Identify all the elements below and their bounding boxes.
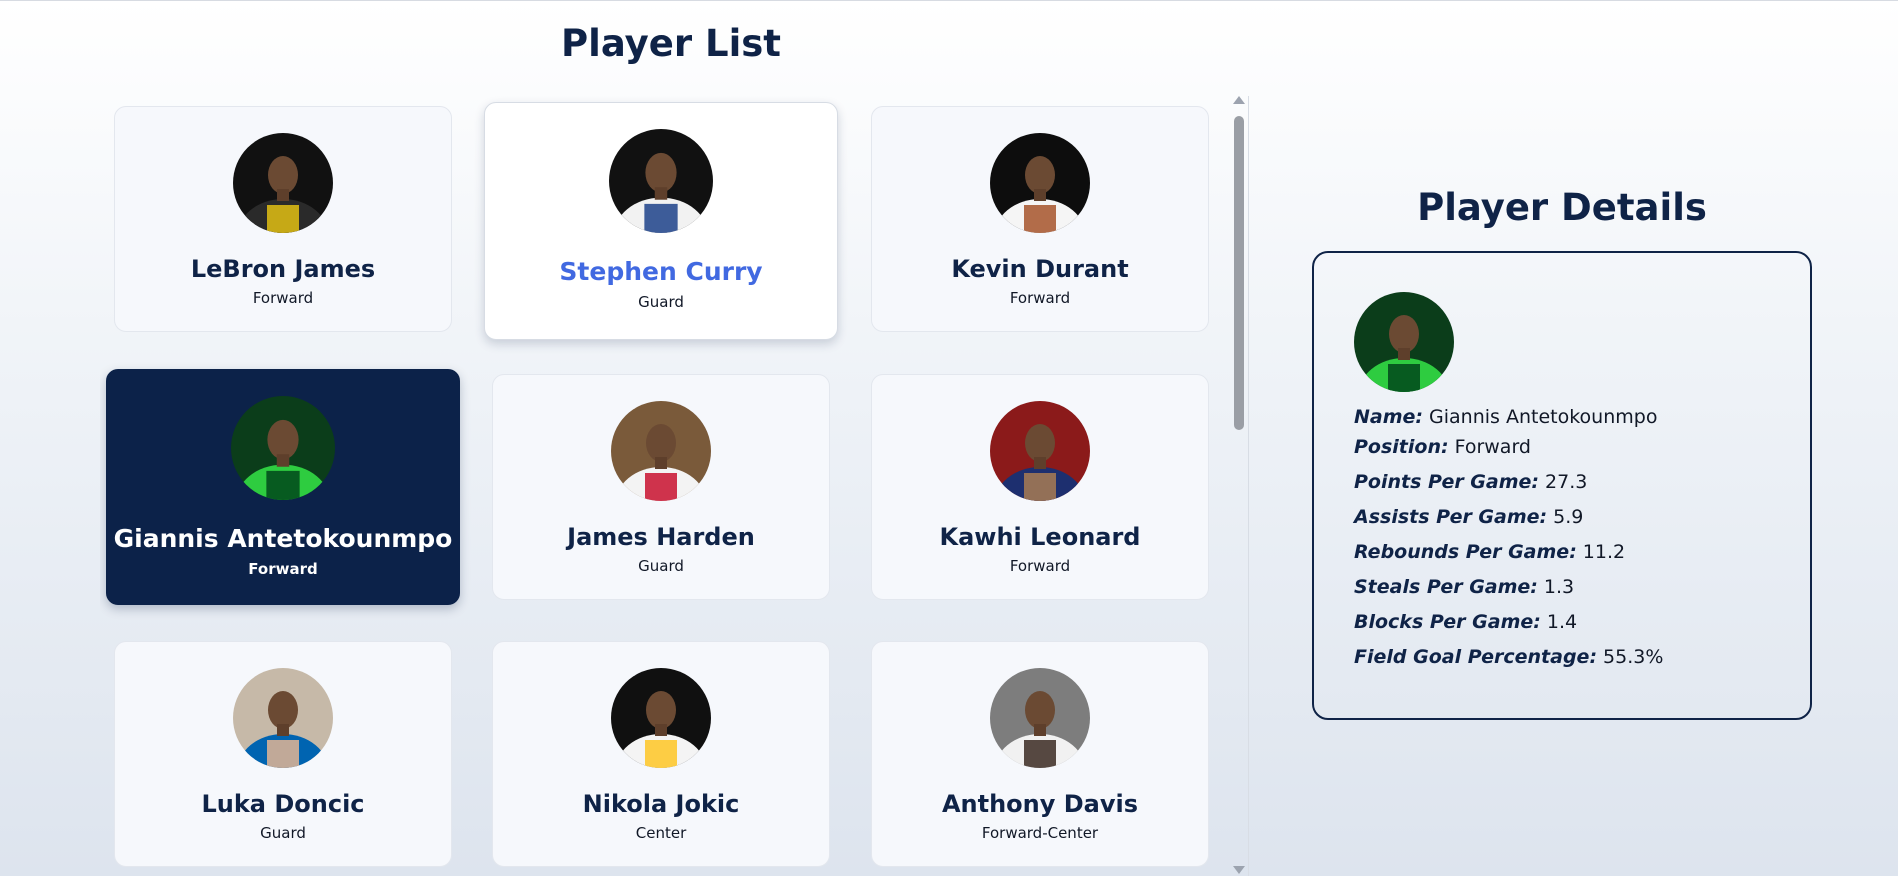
player-name: LeBron James	[190, 255, 376, 283]
player-avatar	[990, 401, 1090, 501]
player-card[interactable]: LeBron James Forward	[114, 106, 452, 332]
player-avatar	[233, 133, 333, 233]
details-value: 55.3%	[1603, 646, 1664, 668]
details-row-fg-percentage: Field Goal Percentage: 55.3%	[1354, 646, 1663, 668]
details-label: Assists Per Game:	[1354, 506, 1548, 528]
scroll-down-arrow-icon[interactable]	[1233, 866, 1245, 874]
player-position: Forward	[1009, 289, 1071, 307]
player-position: Center	[635, 824, 687, 842]
details-label: Blocks Per Game:	[1354, 611, 1541, 633]
player-card[interactable]: Luka Doncic Guard	[114, 641, 452, 867]
details-row-steals: Steals Per Game: 1.3	[1354, 576, 1574, 598]
player-avatar	[990, 668, 1090, 768]
player-portrait-icon	[990, 668, 1090, 768]
player-position: Forward	[252, 289, 314, 307]
player-card-selected[interactable]: Giannis Antetokounmpo Forward	[106, 369, 460, 605]
player-portrait-icon	[611, 668, 711, 768]
details-value: 1.3	[1543, 576, 1575, 598]
player-card[interactable]: Anthony Davis Forward-Center	[871, 641, 1209, 867]
player-position: Guard	[638, 557, 684, 575]
player-card[interactable]: Stephen Curry Guard	[484, 102, 838, 340]
details-row-position: Position: Forward	[1354, 436, 1531, 458]
details-value: Giannis Antetokounmpo	[1429, 406, 1658, 428]
window-top-border	[0, 0, 1898, 1]
player-name: Luka Doncic	[201, 790, 365, 818]
player-name: Nikola Jokic	[582, 790, 740, 818]
player-portrait-icon	[1354, 292, 1454, 392]
scroll-up-arrow-icon[interactable]	[1233, 96, 1245, 104]
player-portrait-icon	[990, 401, 1090, 501]
player-card[interactable]: Nikola Jokic Center	[492, 641, 830, 867]
player-avatar	[231, 396, 335, 500]
player-portrait-icon	[231, 396, 335, 500]
player-position: Forward-Center	[981, 824, 1099, 842]
details-label: Points Per Game:	[1354, 471, 1540, 493]
list-scrollbar[interactable]	[1230, 96, 1248, 876]
details-label: Position:	[1354, 436, 1449, 458]
details-row-rebounds: Rebounds Per Game: 11.2	[1354, 541, 1625, 563]
details-value: 27.3	[1545, 471, 1588, 493]
player-position: Guard	[638, 293, 684, 311]
panel-divider	[1248, 96, 1249, 876]
player-name: Anthony Davis	[941, 790, 1139, 818]
player-name: Stephen Curry	[559, 257, 763, 286]
player-list-title: Player List	[561, 22, 781, 65]
details-value: 1.4	[1546, 611, 1578, 633]
player-position: Forward	[1009, 557, 1071, 575]
player-card[interactable]: James Harden Guard	[492, 374, 830, 600]
player-position: Guard	[260, 824, 306, 842]
player-portrait-icon	[609, 129, 713, 233]
player-name: Giannis Antetokounmpo	[113, 524, 453, 553]
player-card[interactable]: Kevin Durant Forward	[871, 106, 1209, 332]
details-label: Field Goal Percentage:	[1354, 646, 1598, 668]
details-value: 5.9	[1553, 506, 1584, 528]
details-row-assists: Assists Per Game: 5.9	[1354, 506, 1583, 528]
player-name: James Harden	[567, 523, 755, 551]
player-avatar	[990, 133, 1090, 233]
details-label: Name:	[1354, 406, 1424, 428]
player-avatar	[233, 668, 333, 768]
details-label: Steals Per Game:	[1354, 576, 1538, 598]
details-row-blocks: Blocks Per Game: 1.4	[1354, 611, 1577, 633]
player-portrait-icon	[233, 668, 333, 768]
player-avatar	[609, 129, 713, 233]
player-portrait-icon	[990, 133, 1090, 233]
player-position: Forward	[248, 560, 318, 578]
player-avatar	[611, 668, 711, 768]
details-label: Rebounds Per Game:	[1354, 541, 1577, 563]
player-portrait-icon	[233, 133, 333, 233]
player-name: Kevin Durant	[951, 255, 1129, 283]
details-value: 11.2	[1582, 541, 1626, 563]
player-details-title: Player Details	[1417, 186, 1707, 229]
details-row-name: Name: Giannis Antetokounmpo	[1354, 406, 1657, 428]
details-avatar	[1354, 292, 1454, 392]
player-name: Kawhi Leonard	[939, 523, 1141, 551]
player-card[interactable]: Kawhi Leonard Forward	[871, 374, 1209, 600]
details-value: Forward	[1454, 436, 1531, 458]
details-row-points: Points Per Game: 27.3	[1354, 471, 1587, 493]
player-list-grid[interactable]: LeBron James Forward Stephen Curry Guard…	[100, 92, 1230, 876]
scrollbar-thumb[interactable]	[1234, 116, 1244, 430]
player-avatar	[611, 401, 711, 501]
player-portrait-icon	[611, 401, 711, 501]
player-details-panel: Name: Giannis Antetokounmpo Position: Forw…	[1312, 251, 1812, 720]
